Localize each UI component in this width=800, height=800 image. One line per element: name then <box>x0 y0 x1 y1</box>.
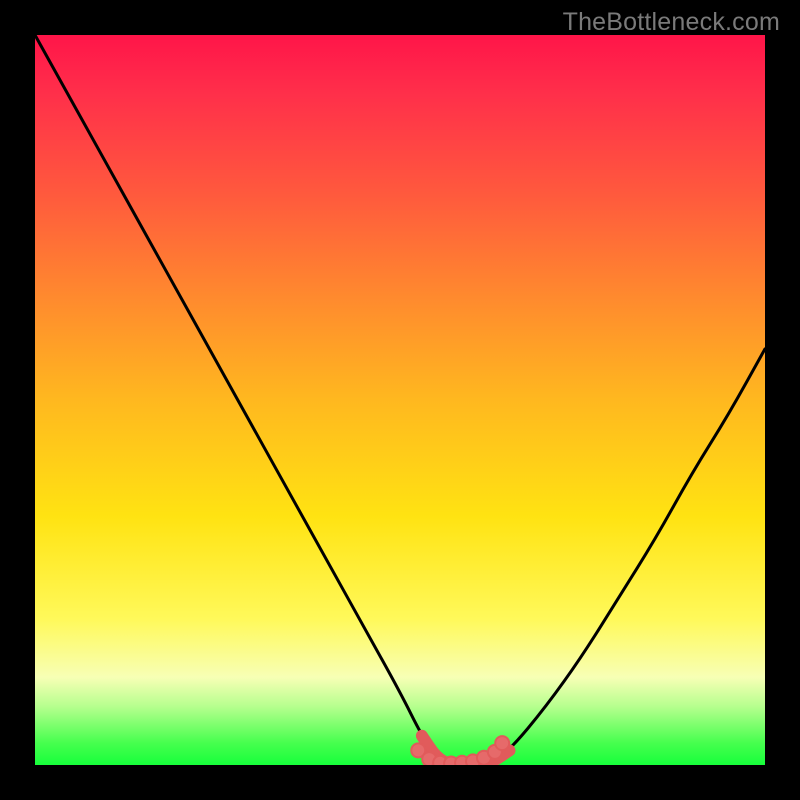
marker-dot <box>495 736 509 750</box>
watermark-text: TheBottleneck.com <box>563 8 780 37</box>
plot-area <box>35 35 765 765</box>
bottleneck-curve-svg <box>35 35 765 765</box>
chart-frame: TheBottleneck.com <box>0 0 800 800</box>
bottleneck-curve <box>35 35 765 765</box>
